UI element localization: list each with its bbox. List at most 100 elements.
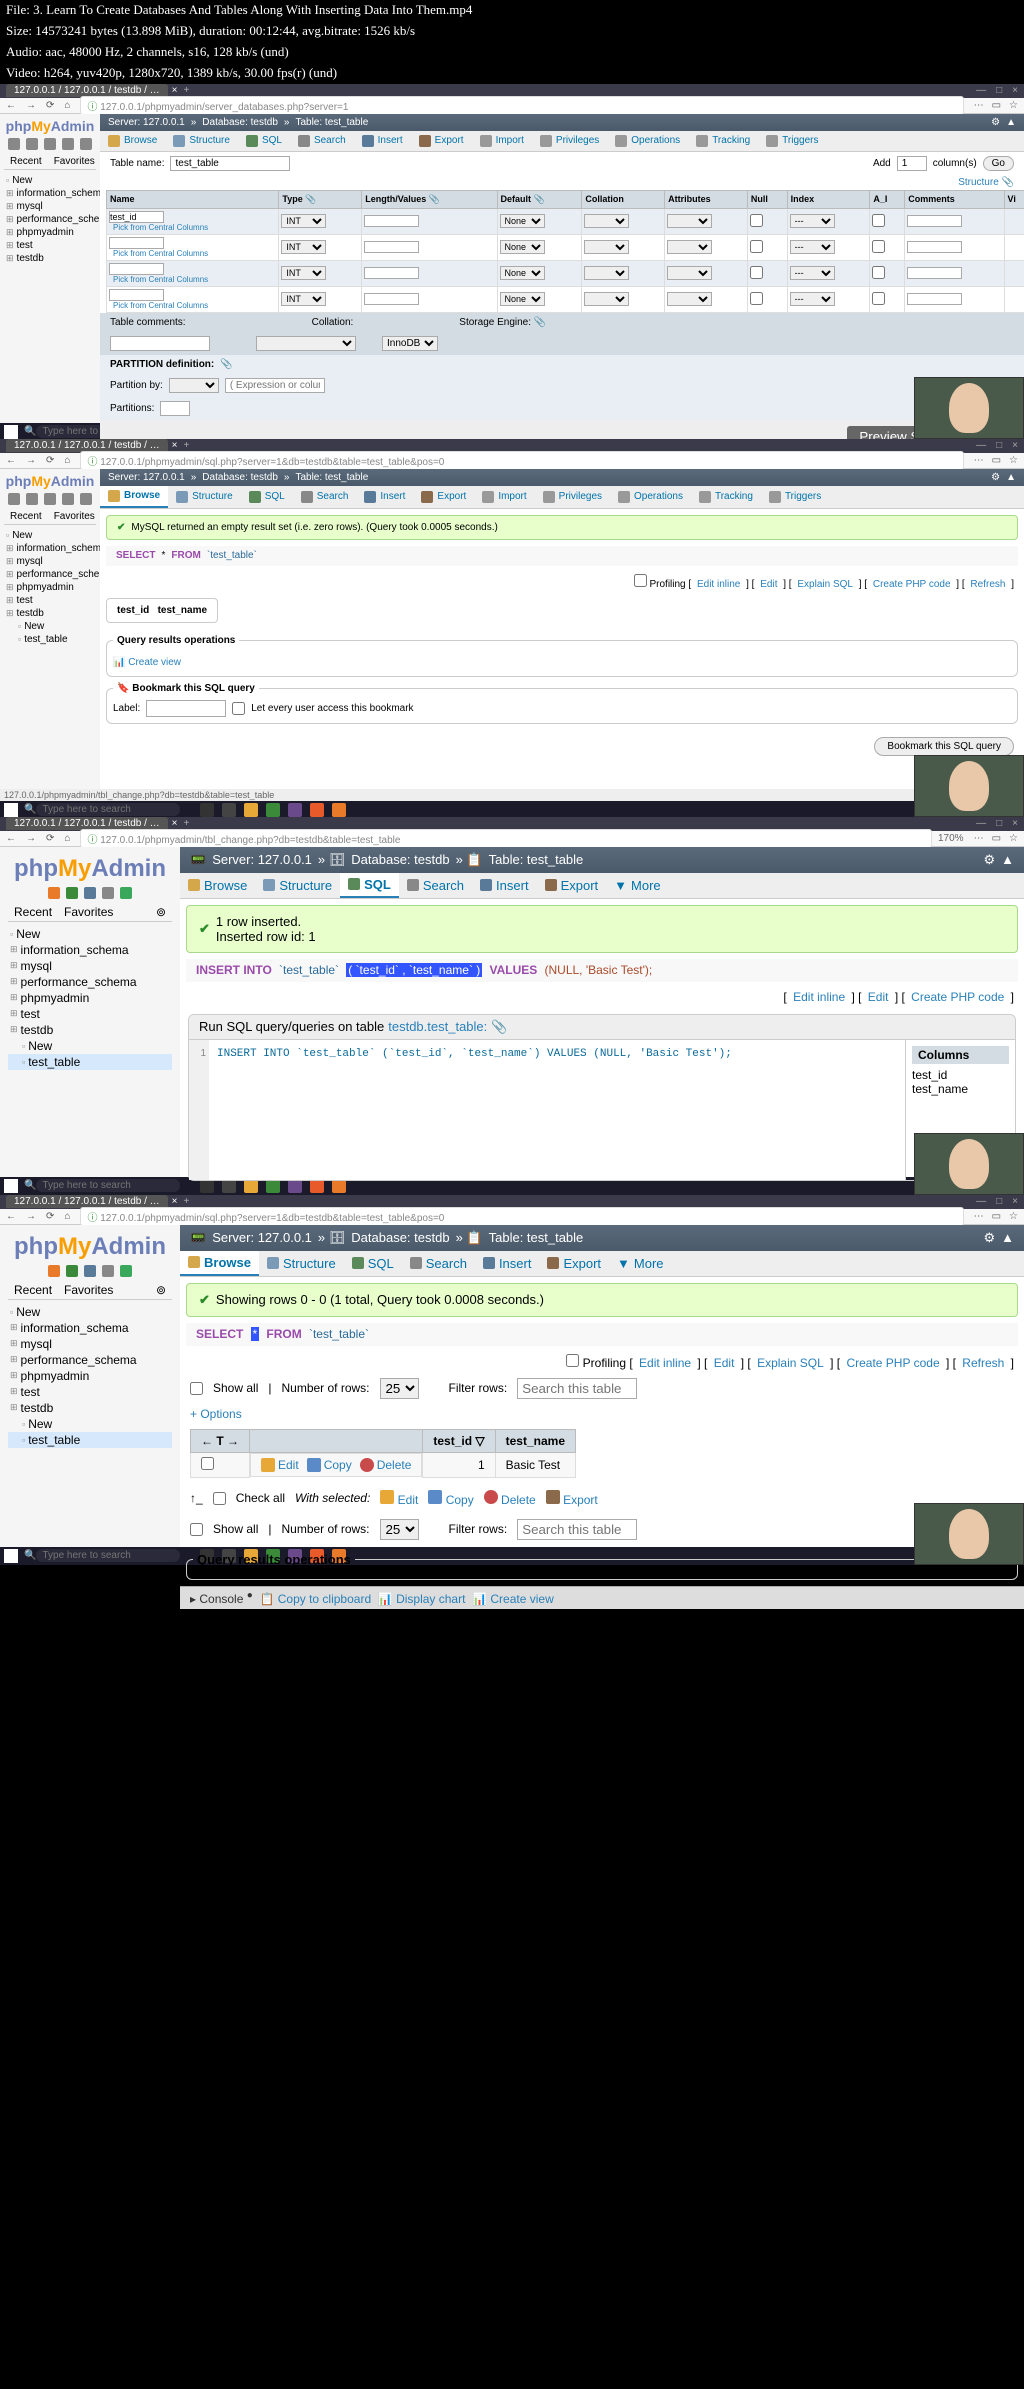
- tree-information-schema[interactable]: information_schema: [8, 1320, 172, 1336]
- tree-phpmyadmin[interactable]: phpmyadmin: [4, 226, 96, 239]
- col-index-select[interactable]: ---: [790, 214, 835, 228]
- row-edit-link[interactable]: Edit: [261, 1458, 299, 1472]
- edit-link[interactable]: Edit: [760, 579, 777, 590]
- row-delete-link[interactable]: Delete: [360, 1458, 412, 1472]
- col-type-select[interactable]: INT: [281, 292, 326, 306]
- col-null-check[interactable]: [750, 214, 763, 227]
- tab-operations[interactable]: Operations: [607, 131, 688, 151]
- edit-inline-link[interactable]: Edit inline: [639, 1356, 691, 1370]
- tab-privileges[interactable]: Privileges: [532, 131, 607, 151]
- breadcrumb-database[interactable]: Database: testdb: [202, 117, 278, 128]
- tree-test[interactable]: test: [8, 1006, 172, 1022]
- row-copy-link[interactable]: Copy: [307, 1458, 352, 1472]
- tree-performance-schema[interactable]: performance_schema: [8, 974, 172, 990]
- tab-structure[interactable]: Structure: [259, 1251, 344, 1276]
- col-name-input[interactable]: [109, 211, 164, 223]
- tab-operations[interactable]: Operations: [610, 486, 691, 508]
- tab-search[interactable]: Search: [290, 131, 354, 151]
- more-icon[interactable]: ⋯: [974, 100, 984, 111]
- explain-link[interactable]: Explain SQL: [757, 1356, 824, 1370]
- tree-mysql[interactable]: mysql: [8, 1336, 172, 1352]
- col-type-select[interactable]: INT: [281, 214, 326, 228]
- show-all-check[interactable]: [190, 1382, 203, 1395]
- col-default-select[interactable]: None: [500, 214, 545, 228]
- breadcrumb-server[interactable]: Server: 127.0.0.1: [108, 117, 185, 128]
- reload-icon[interactable]: ⟳: [46, 100, 54, 111]
- tab-structure[interactable]: Structure: [255, 873, 340, 898]
- display-chart-link[interactable]: 📊 Display chart: [378, 1592, 466, 1606]
- partitions-input[interactable]: [160, 401, 190, 416]
- tab-structure[interactable]: Structure: [168, 486, 241, 508]
- col-length-input[interactable]: [364, 215, 419, 227]
- copy-clipboard-link[interactable]: 📋 Copy to clipboard: [259, 1592, 371, 1606]
- col-type-select[interactable]: INT: [281, 266, 326, 280]
- tab-browse[interactable]: Browse: [180, 873, 255, 898]
- pick-link[interactable]: Pick from Central Columns: [109, 301, 276, 310]
- table-comments-input[interactable]: [110, 336, 210, 351]
- taskbar-search[interactable]: [36, 803, 180, 816]
- tab-insert[interactable]: Insert: [472, 873, 537, 898]
- edit-inline-link[interactable]: Edit inline: [697, 579, 740, 590]
- num-rows-select-2[interactable]: 25: [380, 1519, 419, 1540]
- tab-import[interactable]: Import: [472, 131, 532, 151]
- tree-mysql[interactable]: mysql: [4, 555, 96, 568]
- check-all[interactable]: [213, 1492, 226, 1505]
- col-collation-select[interactable]: [584, 214, 629, 228]
- table-name-input[interactable]: [170, 156, 290, 171]
- col-name-input[interactable]: [109, 289, 164, 301]
- tab-more[interactable]: ▼ More: [606, 873, 669, 898]
- tree-new[interactable]: New: [8, 1304, 172, 1320]
- tree-testdb-new[interactable]: New: [4, 620, 96, 633]
- new-tab-icon[interactable]: +: [178, 85, 196, 96]
- edit-link[interactable]: Edit: [868, 990, 889, 1004]
- row-check[interactable]: [201, 1457, 214, 1470]
- bookmark-label-input[interactable]: [146, 700, 226, 717]
- tab-more[interactable]: ▼ More: [609, 1251, 672, 1276]
- url-field[interactable]: ⓘ 127.0.0.1/phpmyadmin/sql.php?server=1&…: [80, 1207, 963, 1226]
- col-comments-input[interactable]: [907, 215, 962, 227]
- refresh-link[interactable]: Refresh: [962, 1356, 1004, 1370]
- col-length-input[interactable]: [364, 241, 419, 253]
- tree-phpmyadmin[interactable]: phpmyadmin: [8, 990, 172, 1006]
- create-php-link[interactable]: Create PHP code: [873, 579, 951, 590]
- add-count-input[interactable]: [897, 156, 927, 171]
- bulk-copy[interactable]: Copy: [428, 1490, 473, 1507]
- col-name-input[interactable]: [109, 237, 164, 249]
- tab-structure[interactable]: Structure: [165, 131, 238, 151]
- tab-sql[interactable]: SQL: [241, 486, 293, 508]
- col-name-input[interactable]: [109, 263, 164, 275]
- tab-export[interactable]: Export: [539, 1251, 609, 1276]
- tab-browse[interactable]: Browse: [100, 486, 168, 508]
- tab-tracking[interactable]: Tracking: [688, 131, 758, 151]
- tree-new[interactable]: New: [8, 926, 172, 942]
- tab-sql[interactable]: SQL: [238, 131, 290, 151]
- tree-testdb[interactable]: testdb: [8, 1400, 172, 1416]
- tree-phpmyadmin[interactable]: phpmyadmin: [4, 581, 96, 594]
- tree-test[interactable]: test: [4, 239, 96, 252]
- bulk-delete[interactable]: Delete: [484, 1490, 536, 1507]
- breadcrumb-table[interactable]: Table: test_table: [295, 117, 368, 128]
- column-item[interactable]: test_name: [912, 1082, 1009, 1096]
- tree-new[interactable]: New: [4, 174, 96, 187]
- tree-testdb-new[interactable]: New: [8, 1416, 172, 1432]
- bulk-export[interactable]: Export: [546, 1490, 598, 1507]
- up-icon[interactable]: ▲: [1006, 117, 1016, 128]
- create-view-link[interactable]: 📊 Create view: [113, 657, 181, 668]
- maximize-icon[interactable]: □: [996, 85, 1002, 96]
- sql-textarea[interactable]: INSERT INTO `test_table` (`test_id`, `te…: [209, 1040, 905, 1180]
- tree-information-schema[interactable]: information_schema: [4, 187, 96, 200]
- let-every-check[interactable]: [232, 702, 245, 715]
- up-icon[interactable]: ▲: [1001, 852, 1014, 868]
- tree-performance-schema[interactable]: performance_schema: [8, 1352, 172, 1368]
- tab-privileges[interactable]: Privileges: [535, 486, 610, 508]
- tab-browse[interactable]: Browse: [100, 131, 165, 151]
- col-default-select[interactable]: None: [500, 240, 545, 254]
- show-all-check-2[interactable]: [190, 1523, 203, 1536]
- taskbar-search[interactable]: [36, 1549, 180, 1562]
- docs-icon[interactable]: [44, 138, 56, 150]
- column-item[interactable]: test_id: [912, 1068, 1009, 1082]
- console-bar[interactable]: ▸ Console ● 📋 Copy to clipboard 📊 Displa…: [180, 1586, 1024, 1609]
- create-view-link[interactable]: 📊 Create view: [472, 1592, 554, 1606]
- tab-triggers[interactable]: Triggers: [758, 131, 826, 151]
- reader-icon[interactable]: ▭: [992, 100, 1001, 111]
